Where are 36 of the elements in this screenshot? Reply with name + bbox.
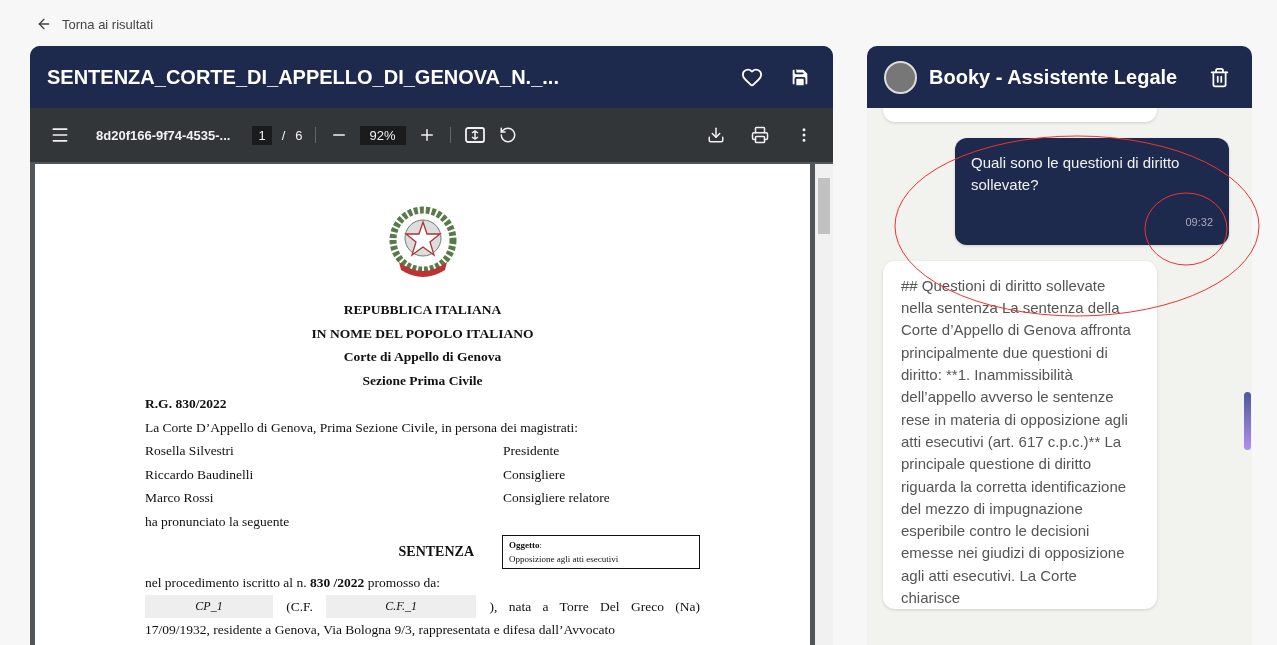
scrollbar-thumb[interactable] [1244,392,1251,450]
page-count: 6 [295,127,303,143]
subject-box: Oggetto: Opposizione agli atti esecutivi [502,535,700,569]
redacted-name: CP_1 [145,594,273,618]
page-separator: / [281,127,286,143]
message-text: Quali sono le questioni di diritto sollevate? [971,153,1181,196]
verdict-title: SENTENZA [398,544,474,560]
file-name: 8d20f166-9f74-4535-... [96,127,231,143]
document-heading: Sezione Prima Civile [361,371,484,390]
party-text: ), nata a Torre Del Greco (Na) [489,597,700,616]
magistrate-name: Marco Rossi [145,489,215,507]
magistrate-name: Rosella Silvestri [145,442,235,460]
pronounced-text: ha pronunciato la seguente [145,512,291,531]
magistrate-role: Consigliere [503,465,567,484]
document-heading: Corte di Appello di Genova [342,348,503,366]
message-time: 09:32 [1184,214,1213,230]
back-link[interactable]: Torna ai risultati [36,16,154,32]
document-heading: IN NOME DEL POPOLO ITALIANO [310,324,535,343]
print-icon[interactable] [749,124,771,146]
fit-page-icon[interactable] [462,124,487,146]
magistrate-role: Presidente [503,442,561,460]
cf-label: (C.F. [286,597,313,616]
page-number-field[interactable]: 1 [252,125,272,145]
avatar [884,60,917,94]
document-title: SENTENZA_CORTE_DI_APPELLO_DI_GENOVA_N._... [47,65,560,89]
intro-text: La Corte D’Appello di Genova, Prima Sezione Civile, in persona dei magistrati: [145,418,580,437]
case-number: R.G. 830/2022 [145,395,228,413]
continuation-text: 17/09/1932, residente a Genova, Via Bologna 9/3, rappresentata e difesa dall’Avvocato [145,621,616,639]
proceeding-text: nel procedimento iscritto al n. 830 /2022 promosso da: [145,574,442,592]
magistrate-role: Consigliere relatore [503,489,611,507]
chat-title: Booky - Assistente Legale [929,65,1179,89]
scrollbar[interactable] [815,164,833,645]
magistrate-name: Riccardo Baudinelli [145,465,255,484]
zoom-field[interactable]: 92% [359,125,406,145]
redacted-cf: C.F._1 [326,594,477,618]
document-heading: REPUBBLICA ITALIANA [342,301,503,319]
